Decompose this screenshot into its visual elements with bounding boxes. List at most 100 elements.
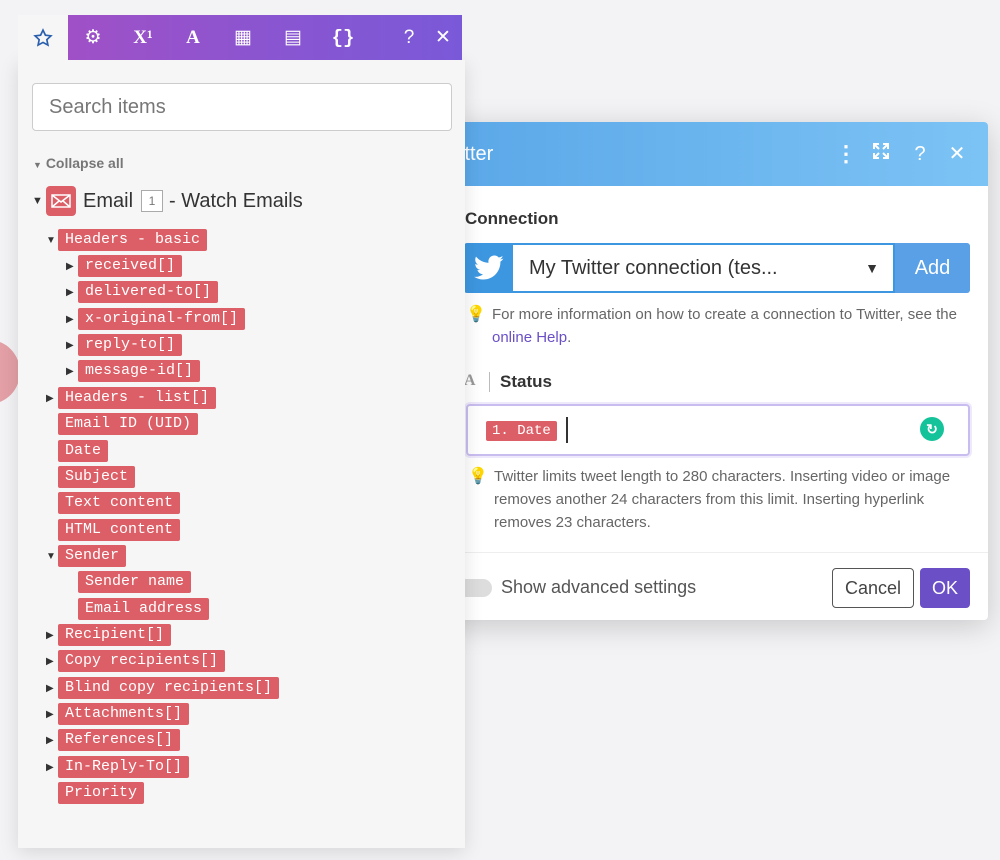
connection-row: My Twitter connection (tes... ▼ Add (464, 243, 970, 293)
tree-item-label[interactable]: Recipient[] (58, 624, 172, 646)
caret-right-icon[interactable]: ▶ (66, 366, 78, 377)
caret-right-icon[interactable]: ▶ (66, 261, 78, 272)
tree-item-label[interactable]: HTML content (58, 519, 181, 541)
tree-item-label[interactable]: Blind copy recipients[] (58, 677, 280, 699)
search-input[interactable] (32, 83, 452, 131)
tree-item-label[interactable]: In-Reply-To[] (58, 756, 190, 778)
connection-select[interactable]: My Twitter connection (tes... ▼ (513, 243, 895, 293)
tree-item-label[interactable]: Attachments[] (58, 703, 190, 725)
panel-close-icon[interactable]: ✕ (426, 15, 460, 60)
tree-item-label[interactable]: Sender (58, 545, 127, 567)
tree-item[interactable]: ▶ x-original-from[] (66, 308, 246, 330)
panel-help-icon[interactable]: ? (392, 15, 426, 60)
tab-star[interactable] (18, 15, 68, 60)
twitter-bird-icon (464, 243, 513, 293)
tree-item[interactable]: ▶ received[] (66, 255, 183, 277)
tree-item-label[interactable]: Email ID (UID) (58, 413, 199, 435)
tree-item[interactable]: Subject (46, 466, 136, 488)
tree-item-label[interactable]: Headers - list[] (58, 387, 217, 409)
tab-gear[interactable]: ⚙ (68, 15, 118, 60)
tree-item-label[interactable]: References[] (58, 729, 181, 751)
tree-item[interactable]: ▶ reply-to[] (66, 334, 183, 356)
tree-item[interactable]: Sender name (66, 571, 192, 593)
tree-item-label[interactable]: message-id[] (78, 360, 201, 382)
grammarly-icon[interactable]: ↻ (920, 417, 944, 441)
tab-date[interactable]: ▦ (218, 15, 268, 60)
status-label: Status (500, 372, 552, 391)
add-connection-button[interactable]: Add (895, 243, 970, 293)
tree-item-label[interactable]: Sender name (78, 571, 192, 593)
dialog-header: itter ⋮ ? ✕ (440, 122, 988, 186)
tree-item-label[interactable]: x-original-from[] (78, 308, 246, 330)
dialog-close-icon[interactable]: ✕ (945, 140, 969, 168)
tree-item-label[interactable]: delivered-to[] (78, 281, 219, 303)
caret-down-icon[interactable]: ▼ (46, 551, 58, 562)
collapse-all-link[interactable]: ▼ Collapse all (33, 155, 124, 171)
root-module-name: Email (83, 189, 134, 212)
text-caret (566, 417, 568, 443)
footer-divider (440, 552, 988, 553)
tree-item[interactable]: ▶ Recipient[] (46, 624, 172, 646)
tree-item[interactable]: ▼ Sender (46, 545, 127, 567)
module-number-badge: 1 (141, 190, 164, 212)
caret-right-icon[interactable]: ▶ (46, 762, 58, 773)
connection-hint-suffix: . (567, 329, 572, 346)
caret-right-icon[interactable]: ▶ (46, 709, 58, 720)
caret-right-icon[interactable]: ▶ (66, 340, 78, 351)
star-icon (33, 27, 53, 47)
tree-item[interactable]: ▶ Blind copy recipients[] (46, 677, 280, 699)
text-type-icon: A (464, 372, 476, 389)
tree-item[interactable]: Priority (46, 782, 145, 804)
tree-item[interactable]: ▼ Headers - basic (46, 229, 208, 251)
tree-item-label[interactable]: reply-to[] (78, 334, 183, 356)
tree-item[interactable]: ▶ In-Reply-To[] (46, 756, 190, 778)
tree-item-label[interactable]: Email address (78, 598, 210, 620)
tree-item[interactable]: ▶ Headers - list[] (46, 387, 217, 409)
caret-right-icon[interactable]: ▶ (46, 683, 58, 694)
tree-item-label[interactable]: Priority (58, 782, 145, 804)
tree-item[interactable]: ▶ References[] (46, 729, 181, 751)
tree-item[interactable]: Text content (46, 492, 181, 514)
tree-item[interactable]: Email ID (UID) (46, 413, 199, 435)
caret-right-icon[interactable]: ▶ (46, 656, 58, 667)
caret-right-icon[interactable]: ▶ (66, 287, 78, 298)
tab-math[interactable]: X¹ (118, 15, 168, 60)
dialog-help-icon[interactable]: ? (908, 140, 932, 168)
tree-root-email[interactable]: ▼ Email 1 - Watch Emails (32, 186, 303, 216)
tree-item[interactable]: ▶ message-id[] (66, 360, 201, 382)
tree-item-label[interactable]: Text content (58, 492, 181, 514)
caret-right-icon[interactable]: ▶ (46, 630, 58, 641)
tree-item-label[interactable]: received[] (78, 255, 183, 277)
calendar-icon: ▦ (234, 27, 252, 48)
cancel-button[interactable]: Cancel (832, 568, 914, 608)
caret-right-icon[interactable]: ▶ (46, 393, 58, 404)
connection-label: Connection (465, 209, 559, 228)
more-options-icon[interactable]: ⋮ (834, 140, 858, 168)
status-hint-text: Twitter limits tweet length to 280 chara… (494, 468, 951, 531)
status-input[interactable]: 1. Date ↻ (466, 404, 970, 456)
tree-item-label[interactable]: Date (58, 440, 109, 462)
tree-item[interactable]: Date (46, 440, 109, 462)
expand-icon[interactable] (869, 140, 893, 168)
caret-down-icon[interactable]: ▼ (46, 235, 58, 246)
tree-item[interactable]: HTML content (46, 519, 181, 541)
tab-array[interactable]: ▤ (268, 15, 318, 60)
online-help-link[interactable]: online Help (492, 329, 567, 346)
tab-general[interactable]: {} (318, 15, 368, 60)
status-date-token[interactable]: 1. Date (486, 421, 557, 441)
tab-text[interactable]: A (168, 15, 218, 60)
tree-item-label[interactable]: Headers - basic (58, 229, 208, 251)
mapping-panel-tabs: ⚙ X¹ A ▦ ▤ {} ? ✕ (18, 15, 462, 60)
caret-right-icon[interactable]: ▶ (66, 314, 78, 325)
braces-icon: {} (331, 26, 355, 49)
tree-item[interactable]: ▶ delivered-to[] (66, 281, 219, 303)
caret-right-icon[interactable]: ▶ (46, 735, 58, 746)
lightbulb-icon: 💡 (466, 306, 486, 323)
tree-item[interactable]: ▶ Copy recipients[] (46, 650, 226, 672)
tree-item-label[interactable]: Copy recipients[] (58, 650, 226, 672)
tree-item-label[interactable]: Subject (58, 466, 136, 488)
ok-button[interactable]: OK (920, 568, 970, 608)
tree-item[interactable]: ▶ Attachments[] (46, 703, 190, 725)
root-module-suffix: - Watch Emails (169, 189, 303, 212)
tree-item[interactable]: Email address (66, 598, 210, 620)
